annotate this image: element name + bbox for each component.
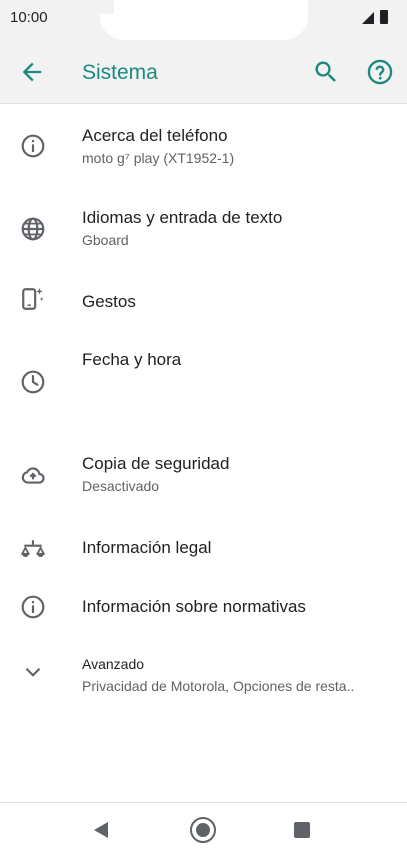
item-title: Información sobre normativas — [82, 597, 306, 616]
list-item-about-phone[interactable]: Acerca del teléfono moto g⁷ play (XT1952… — [0, 104, 407, 188]
item-title: Copia de seguridad — [82, 454, 230, 473]
status-time: 10:00 — [10, 9, 48, 26]
system-nav-bar — [0, 802, 407, 856]
gestures-phone-icon — [22, 288, 44, 310]
item-subtitle: Desactivado — [82, 478, 160, 494]
list-item-date-time[interactable]: Fecha y hora — [0, 332, 407, 438]
item-title: Información legal — [82, 538, 212, 557]
item-title: Fecha y hora — [82, 350, 182, 369]
item-title: Gestos — [82, 292, 136, 311]
page-title: Sistema — [82, 61, 158, 84]
back-triangle-icon[interactable] — [94, 822, 108, 838]
item-title: Idiomas y entrada de texto — [82, 208, 283, 227]
status-bar: 10:00 — [0, 0, 407, 40]
scale-icon — [20, 540, 46, 558]
list-item-regulatory-info[interactable]: Información sobre normativas — [0, 580, 407, 640]
list-item-advanced[interactable]: Avanzado Privacidad de Motorola, Opcione… — [0, 640, 407, 710]
home-circle-icon[interactable] — [190, 817, 216, 843]
item-title: Acerca del teléfono — [82, 126, 228, 145]
item-subtitle: Privacidad de Motorola, Opciones de rest… — [82, 678, 355, 694]
info-icon — [21, 134, 45, 158]
globe-icon — [21, 217, 45, 241]
app-bar: Sistema — [0, 40, 407, 104]
recents-square-icon[interactable] — [294, 822, 310, 838]
item-subtitle: moto g⁷ play (XT1952-1) — [82, 150, 235, 166]
camera-notch — [100, 0, 308, 40]
item-subtitle: Gboard — [82, 232, 129, 248]
item-title: Avanzado — [82, 656, 145, 672]
search-icon[interactable] — [312, 58, 340, 86]
back-arrow-icon[interactable] — [18, 58, 46, 86]
list-item-languages[interactable]: Idiomas y entrada de texto Gboard — [0, 188, 407, 270]
help-icon[interactable] — [366, 58, 394, 86]
list-item-backup[interactable]: Copia de seguridad Desactivado — [0, 438, 407, 520]
chevron-down-icon — [25, 667, 41, 677]
signal-icon — [362, 12, 374, 24]
clock-icon — [21, 370, 45, 394]
battery-icon — [380, 10, 388, 24]
info-icon — [21, 595, 45, 619]
list-item-legal-info[interactable]: Información legal — [0, 520, 407, 580]
cloud-backup-icon — [21, 467, 45, 484]
list-item-gestures[interactable]: Gestos — [0, 270, 407, 332]
